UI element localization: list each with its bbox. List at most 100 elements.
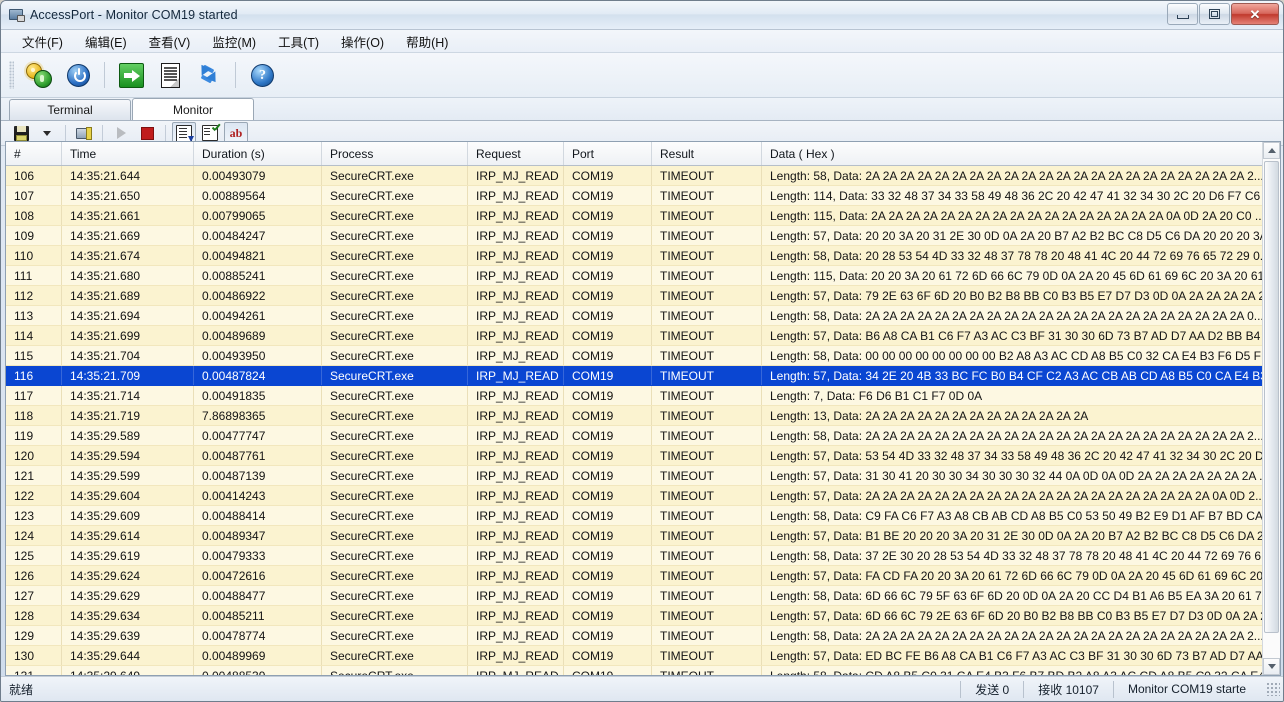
cell-result: TIMEOUT: [652, 406, 762, 425]
cell-duration: 0.00486922: [194, 286, 322, 305]
column-header-port[interactable]: Port: [564, 142, 652, 165]
menu-view[interactable]: 查看(V): [138, 30, 202, 53]
minimize-button[interactable]: [1167, 3, 1198, 25]
cell-data: Length: 115, Data: 20 20 3A 20 61 72 6D …: [770, 268, 1266, 283]
table-row[interactable]: 129 14:35:29.639 0.00478774 SecureCRT.exe IR…: [6, 626, 1280, 646]
cell-process: SecureCRT.exe: [322, 606, 468, 625]
column-header-time[interactable]: Time: [62, 142, 194, 165]
cell-index: 123: [6, 506, 62, 525]
cell-port: COM19: [564, 366, 652, 385]
table-row[interactable]: 107 14:35:21.650 0.00889564 SecureCRT.exe IR…: [6, 186, 1280, 206]
table-row[interactable]: 120 14:35:29.594 0.00487761 SecureCRT.exe IR…: [6, 446, 1280, 466]
toolbar-grip[interactable]: [9, 61, 14, 89]
table-row[interactable]: 130 14:35:29.644 0.00489969 SecureCRT.exe IR…: [6, 646, 1280, 666]
cell-data: Length: 58, Data: 2A 2A 2A 2A 2A 2A 2A 2…: [770, 628, 1264, 643]
scrollbar-track[interactable]: [1263, 159, 1280, 658]
column-header-request[interactable]: Request: [468, 142, 564, 165]
document-icon: [156, 61, 184, 89]
table-row[interactable]: 109 14:35:21.669 0.00484247 SecureCRT.exe IR…: [6, 226, 1280, 246]
cell-data: Length: 57, Data: 31 30 41 20 30 30 34 3…: [770, 468, 1266, 483]
help-icon: ?: [248, 61, 276, 89]
cell-port: COM19: [564, 606, 652, 625]
help-button[interactable]: ?: [244, 57, 280, 93]
table-row[interactable]: 119 14:35:29.589 0.00477747 SecureCRT.exe IR…: [6, 426, 1280, 446]
table-row[interactable]: 118 14:35:21.719 7.86898365 SecureCRT.exe IR…: [6, 406, 1280, 426]
column-header-process[interactable]: Process: [322, 142, 468, 165]
vertical-scrollbar[interactable]: [1262, 142, 1280, 675]
cell-data: Length: 57, Data: FA CD FA 20 20 3A 20 6…: [770, 568, 1266, 583]
tab-terminal[interactable]: Terminal: [9, 99, 131, 120]
cell-time: 14:35:21.644: [62, 166, 194, 185]
cell-request: IRP_MJ_READ: [468, 546, 564, 565]
table-row[interactable]: 127 14:35:29.629 0.00488477 SecureCRT.exe IR…: [6, 586, 1280, 606]
column-header-result[interactable]: Result: [652, 142, 762, 165]
table-row[interactable]: 121 14:35:29.599 0.00487139 SecureCRT.exe IR…: [6, 466, 1280, 486]
column-header-data[interactable]: Data ( Hex ): [762, 142, 1266, 165]
table-row[interactable]: 111 14:35:21.680 0.00885241 SecureCRT.exe IR…: [6, 266, 1280, 286]
table-row[interactable]: 112 14:35:21.689 0.00486922 SecureCRT.exe IR…: [6, 286, 1280, 306]
resize-grip[interactable]: [1266, 682, 1280, 696]
scrollbar-thumb[interactable]: [1264, 161, 1279, 633]
table-row[interactable]: 110 14:35:21.674 0.00494821 SecureCRT.exe IR…: [6, 246, 1280, 266]
table-row[interactable]: 106 14:35:21.644 0.00493079 SecureCRT.exe IR…: [6, 166, 1280, 186]
monitor-separator-3: [165, 124, 166, 142]
play-icon: [116, 127, 126, 139]
scroll-down-button[interactable]: [1263, 658, 1280, 675]
cell-port: COM19: [564, 346, 652, 365]
send-button[interactable]: [113, 57, 149, 93]
cell-duration: 0.00889564: [194, 186, 322, 205]
table-row[interactable]: 126 14:35:29.624 0.00472616 SecureCRT.exe IR…: [6, 566, 1280, 586]
cell-index: 114: [6, 326, 62, 345]
table-row[interactable]: 125 14:35:29.619 0.00479333 SecureCRT.exe IR…: [6, 546, 1280, 566]
menu-help[interactable]: 帮助(H): [395, 30, 459, 53]
main-toolbar: ?: [1, 53, 1283, 98]
cell-time: 14:35:29.644: [62, 646, 194, 665]
table-row[interactable]: 124 14:35:29.614 0.00489347 SecureCRT.exe IR…: [6, 526, 1280, 546]
menu-edit[interactable]: 编辑(E): [74, 30, 138, 53]
cell-time: 14:35:29.634: [62, 606, 194, 625]
table-row[interactable]: 114 14:35:21.699 0.00489689 SecureCRT.exe IR…: [6, 326, 1280, 346]
table-row[interactable]: 116 14:35:21.709 0.00487824 SecureCRT.exe IR…: [6, 366, 1280, 386]
chevron-down-icon: [43, 130, 51, 136]
maximize-restore-button[interactable]: [1199, 3, 1230, 25]
menu-monitor[interactable]: 监控(M): [201, 30, 267, 53]
cell-duration: 0.00485211: [194, 606, 322, 625]
cell-duration: 0.00414243: [194, 486, 322, 505]
close-button[interactable]: ✕: [1231, 3, 1279, 25]
table-row[interactable]: 123 14:35:29.609 0.00488414 SecureCRT.exe IR…: [6, 506, 1280, 526]
cell-index: 107: [6, 186, 62, 205]
cell-time: 14:35:29.599: [62, 466, 194, 485]
port-toggle-button[interactable]: [60, 57, 96, 93]
table-row[interactable]: 117 14:35:21.714 0.00491835 SecureCRT.exe IR…: [6, 386, 1280, 406]
cell-request: IRP_MJ_READ: [468, 206, 564, 225]
document-button[interactable]: [152, 57, 188, 93]
table-row[interactable]: 115 14:35:21.704 0.00493950 SecureCRT.exe IR…: [6, 346, 1280, 366]
scroll-up-button[interactable]: [1263, 142, 1280, 159]
table-row[interactable]: 122 14:35:29.604 0.00414243 SecureCRT.exe IR…: [6, 486, 1280, 506]
cell-duration: 0.00799065: [194, 206, 322, 225]
cell-port: COM19: [564, 266, 652, 285]
cell-request: IRP_MJ_READ: [468, 646, 564, 665]
column-header-index[interactable]: #: [6, 142, 62, 165]
cell-data: Length: 57, Data: B1 BE 20 20 20 3A 20 3…: [770, 528, 1266, 543]
cell-index: 118: [6, 406, 62, 425]
grid-header-row: # Time Duration (s) Process Request Port…: [6, 142, 1280, 166]
cell-data: Length: 57, Data: 79 2E 63 6F 6D 20 B0 B…: [770, 288, 1266, 303]
table-row[interactable]: 113 14:35:21.694 0.00494261 SecureCRT.exe IR…: [6, 306, 1280, 326]
cell-process: SecureCRT.exe: [322, 406, 468, 425]
table-row[interactable]: 108 14:35:21.661 0.00799065 SecureCRT.exe IR…: [6, 206, 1280, 226]
status-bar: 就绪 发送 0 接收 10107 Monitor COM19 starte: [1, 676, 1283, 701]
menu-tools[interactable]: 工具(T): [267, 30, 330, 53]
tab-monitor[interactable]: Monitor: [132, 98, 254, 120]
cell-time: 14:35:21.661: [62, 206, 194, 225]
cell-process: SecureCRT.exe: [322, 486, 468, 505]
refresh-button[interactable]: [191, 57, 227, 93]
settings-button[interactable]: [21, 57, 57, 93]
column-header-duration[interactable]: Duration (s): [194, 142, 322, 165]
table-row[interactable]: 128 14:35:29.634 0.00485211 SecureCRT.exe IR…: [6, 606, 1280, 626]
cell-port: COM19: [564, 566, 652, 585]
menu-operation[interactable]: 操作(O): [330, 30, 395, 53]
table-row[interactable]: 13114:35:29.6490.00488539SecureCRT.exeIR…: [6, 666, 1280, 675]
menu-file[interactable]: 文件(F): [11, 30, 74, 53]
refresh-icon: [195, 61, 223, 89]
